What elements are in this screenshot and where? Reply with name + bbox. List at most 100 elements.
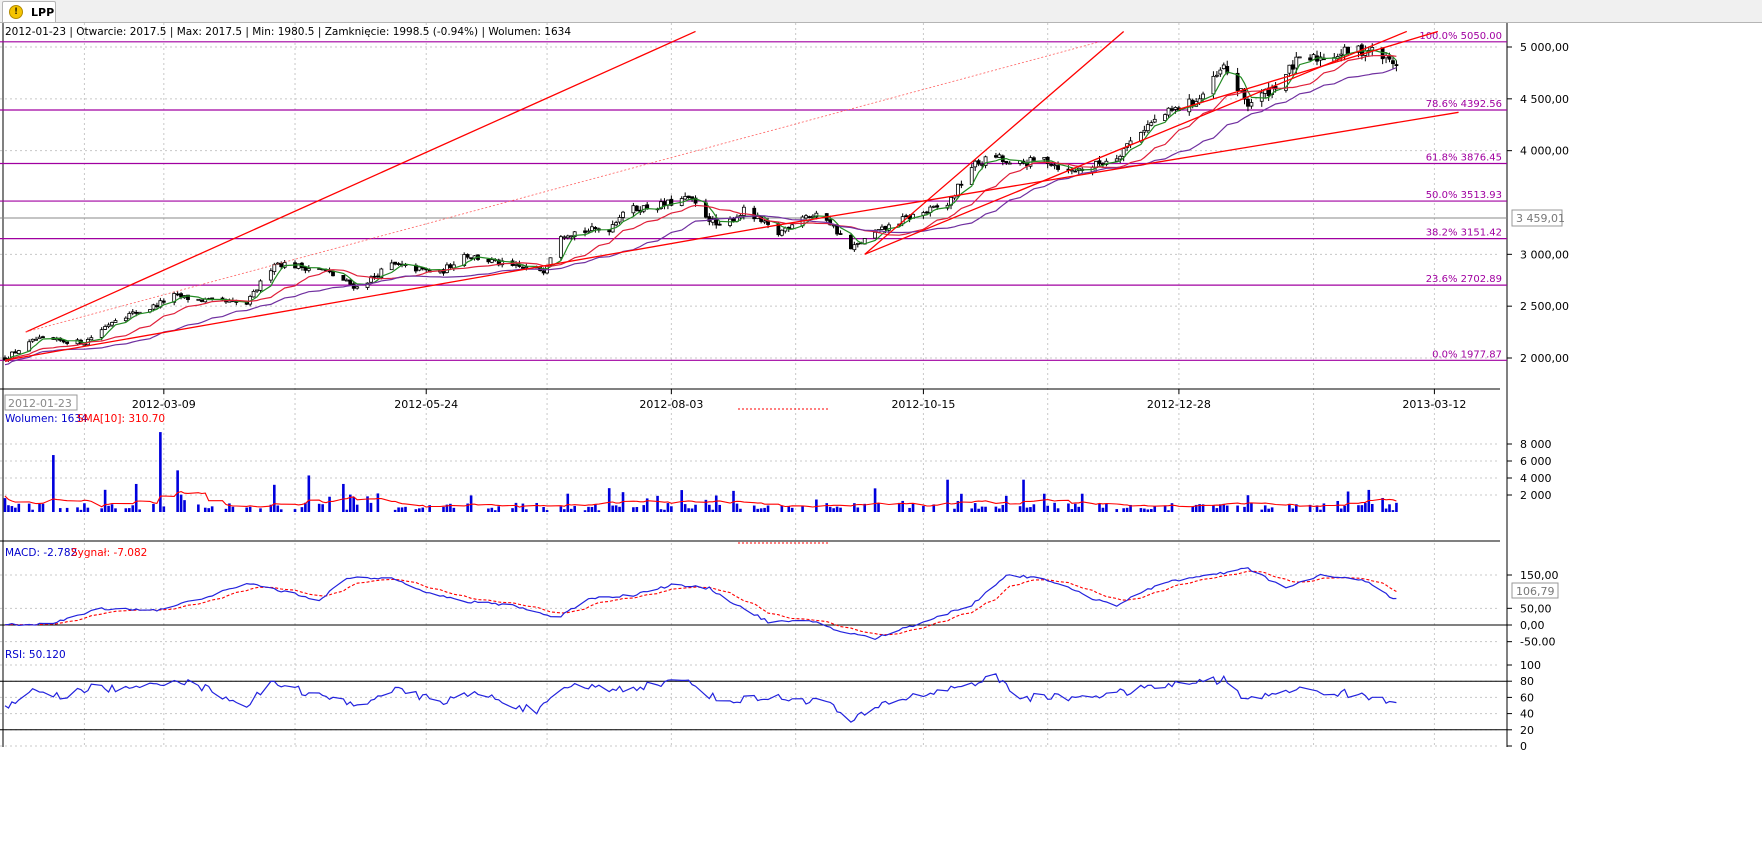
volume-bar xyxy=(828,506,832,512)
candle-body xyxy=(1118,155,1123,160)
volume-bar xyxy=(1074,503,1077,512)
volume-bar xyxy=(279,509,283,512)
volume-bar xyxy=(79,509,83,512)
volume-bar xyxy=(1263,505,1267,512)
volume-bar xyxy=(735,503,739,512)
candle-body xyxy=(931,205,936,208)
candle-body xyxy=(489,259,494,263)
current-price-label: 3 459,01 xyxy=(1516,212,1565,225)
candle-body xyxy=(520,266,525,269)
candle-body xyxy=(1114,158,1119,162)
volume-bar xyxy=(418,508,421,512)
volume-bar xyxy=(41,503,45,512)
candle-body xyxy=(110,322,114,326)
x-axis-label: 2012-05-24 xyxy=(394,398,458,411)
candle-body xyxy=(1121,148,1126,157)
volume-bar xyxy=(259,508,262,512)
fibonacci-label: 38.2% 3151.42 xyxy=(1426,228,1502,239)
candle-body xyxy=(1004,160,1009,164)
macd-signal-label: Sygnał: -7.082 xyxy=(71,547,147,559)
x-axis-label: 2013-03-12 xyxy=(1402,398,1466,411)
candle-body xyxy=(65,341,70,344)
candle-body xyxy=(1290,64,1295,70)
candle-body xyxy=(196,298,201,301)
price-axis-label: 4 000,00 xyxy=(1520,145,1569,158)
candle-body xyxy=(590,226,594,231)
volume-label: Wolumen: 1634 xyxy=(5,413,88,425)
volume-bar xyxy=(1339,508,1343,512)
candle-body xyxy=(123,317,128,322)
trend-line xyxy=(25,30,696,333)
candle-body xyxy=(1163,114,1167,122)
fibonacci-label: 61.8% 3876.45 xyxy=(1426,152,1502,163)
volume-bar xyxy=(355,504,359,512)
candle-body xyxy=(807,216,812,218)
volume-bar xyxy=(752,505,756,512)
rsi-axis-label: 80 xyxy=(1520,675,1534,688)
volume-bar xyxy=(7,505,10,512)
candle-body xyxy=(835,224,839,235)
candle-body xyxy=(1218,69,1223,75)
macd-line xyxy=(4,567,1397,641)
volume-bar xyxy=(1267,508,1270,512)
candle-body xyxy=(469,257,474,260)
volume-bar xyxy=(131,505,135,512)
candle-body xyxy=(1007,162,1012,165)
candle-body xyxy=(272,264,277,273)
candle-body xyxy=(976,160,981,165)
candle-body xyxy=(348,279,353,285)
candle-body xyxy=(175,293,180,296)
rsi-axis-label: 40 xyxy=(1520,708,1534,721)
volume-bar xyxy=(901,500,904,512)
candle-body xyxy=(151,304,156,310)
volume-bar xyxy=(293,509,297,512)
candle-body xyxy=(634,205,639,212)
volume-bar xyxy=(1098,503,1101,512)
trend-line xyxy=(25,41,1100,333)
volume-bar xyxy=(421,507,425,512)
volume-bar xyxy=(52,455,55,512)
volume-sma-line xyxy=(4,491,1397,508)
volume-bar xyxy=(487,508,490,512)
volume-bar xyxy=(980,506,984,512)
volume-bar xyxy=(1101,507,1105,512)
volume-bar xyxy=(369,502,373,512)
trend-line xyxy=(4,227,758,361)
fibonacci-label: 0.0% 1977.87 xyxy=(1432,349,1502,360)
volume-bar xyxy=(103,489,107,512)
candle-body xyxy=(1308,57,1313,61)
volume-bar xyxy=(690,508,694,512)
volume-bar xyxy=(176,470,179,512)
volume-bar xyxy=(328,496,331,512)
candle-body xyxy=(268,270,273,281)
candle-body xyxy=(106,324,111,328)
candle-body xyxy=(779,229,784,236)
candle-body xyxy=(1152,118,1157,123)
candle-body xyxy=(994,155,998,158)
tab-bar: ! LPP xyxy=(0,0,1762,23)
volume-bar xyxy=(559,506,563,512)
volume-bar xyxy=(756,508,759,512)
volume-bar xyxy=(493,510,497,512)
candle-body xyxy=(617,217,622,223)
volume-bar xyxy=(1381,497,1384,512)
stock-chart[interactable]: 100.0% 5050.00 78.6% 4392.56 61.8% 3876.45… xyxy=(0,23,1762,851)
volume-bar xyxy=(1025,507,1029,512)
tab-lpp[interactable]: ! LPP xyxy=(2,1,56,22)
volume-bar xyxy=(514,502,518,512)
volume-bar xyxy=(38,503,41,512)
candle-body xyxy=(1297,56,1302,59)
volume-bar xyxy=(1360,505,1364,512)
volume-bar xyxy=(815,499,818,512)
candle-body xyxy=(1346,46,1350,54)
volume-bar xyxy=(835,506,839,512)
trend-line xyxy=(757,111,1459,230)
volume-bar xyxy=(953,508,956,512)
macd-axis-label: 150,00 xyxy=(1520,569,1559,582)
candle-body xyxy=(306,268,311,271)
candle-body xyxy=(99,329,104,338)
candle-body xyxy=(1052,164,1057,167)
volume-bar xyxy=(17,503,21,512)
x-axis-label: 2012-12-28 xyxy=(1147,398,1211,411)
candle-body xyxy=(210,297,215,300)
